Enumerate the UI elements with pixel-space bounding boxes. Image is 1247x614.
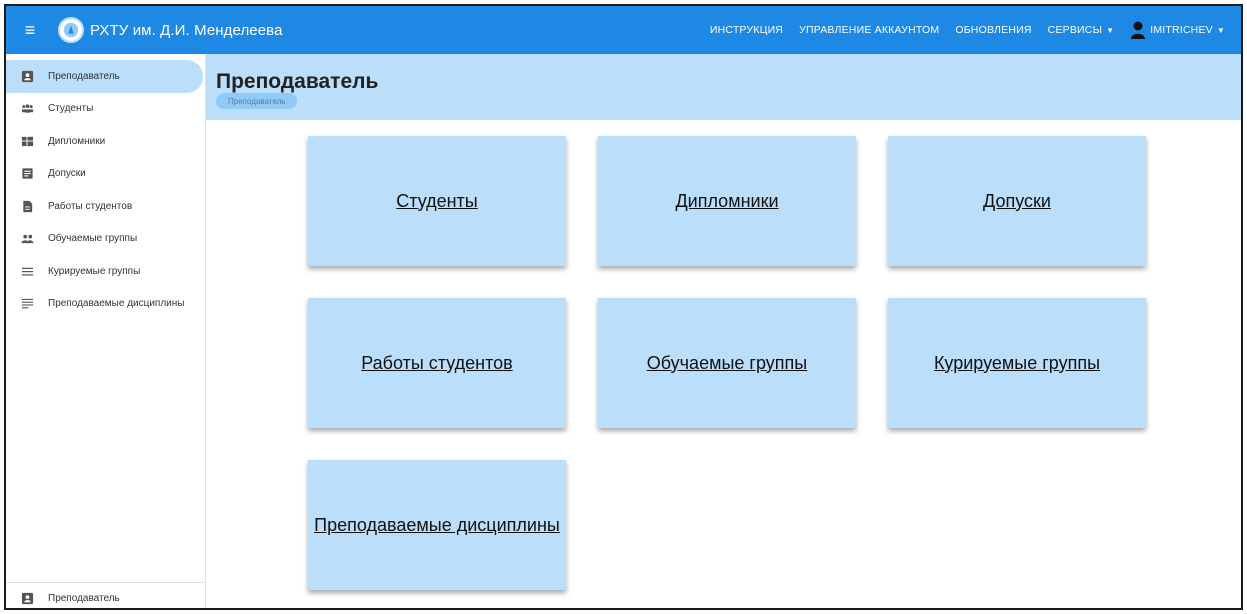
- card-taught-groups[interactable]: Обучаемые группы: [598, 298, 856, 428]
- caret-down-icon: ▼: [1216, 25, 1225, 35]
- sidebar-item-students[interactable]: Студенты: [6, 93, 205, 126]
- top-app-bar: ≡ РХТУ им. Д.И. Менделеева ИНСТРУКЦИЯ УП…: [6, 6, 1241, 54]
- nav-updates[interactable]: ОБНОВЛЕНИЯ: [947, 6, 1039, 54]
- card-graduates-link[interactable]: Дипломники: [675, 191, 778, 212]
- sidebar-item-label: Дипломники: [48, 135, 106, 147]
- hamburger-menu-icon[interactable]: ≡: [10, 6, 50, 54]
- sidebar-item-label: Допуски: [48, 168, 86, 180]
- sidebar-item-label: Преподаваемые дисциплины: [48, 298, 185, 310]
- nav-instruction[interactable]: ИНСТРУКЦИЯ: [702, 6, 791, 54]
- grid-icon: [20, 134, 34, 148]
- sidebar-footer: Преподаватель: [6, 582, 206, 608]
- brand-title[interactable]: РХТУ им. Д.И. Менделеева: [90, 22, 283, 39]
- nav-account-management[interactable]: УПРАВЛЕНИЕ АККАУНТОМ: [791, 6, 947, 54]
- group-icon: [20, 232, 34, 246]
- sidebar-footer-label: Преподаватель: [48, 592, 120, 604]
- subject-icon: [20, 297, 34, 311]
- user-menu[interactable]: IMITRICHEV ▼: [1122, 6, 1233, 54]
- card-taught-groups-link[interactable]: Обучаемые группы: [647, 353, 807, 374]
- sidebar-item-admissions[interactable]: Допуски: [6, 158, 205, 191]
- card-taught-disciplines[interactable]: Преподаваемые дисциплины: [308, 460, 566, 590]
- account-box-icon: [20, 69, 34, 83]
- document-icon: [20, 167, 34, 181]
- sidebar-item-label: Студенты: [48, 103, 94, 115]
- top-nav: ИНСТРУКЦИЯ УПРАВЛЕНИЕ АККАУНТОМ ОБНОВЛЕН…: [702, 6, 1233, 54]
- sidebar-item-label: Курируемые группы: [48, 265, 141, 277]
- card-curated-groups[interactable]: Курируемые группы: [888, 298, 1146, 428]
- sidebar-item-teacher[interactable]: Преподаватель: [6, 60, 203, 93]
- card-student-works[interactable]: Работы студентов: [308, 298, 566, 428]
- card-admissions-link[interactable]: Допуски: [983, 191, 1051, 212]
- user-name: IMITRICHEV: [1150, 24, 1213, 36]
- sidebar-item-graduates[interactable]: Дипломники: [6, 125, 205, 158]
- card-curated-groups-link[interactable]: Курируемые группы: [934, 353, 1100, 374]
- sidebar-item-taught-groups[interactable]: Обучаемые группы: [6, 223, 205, 256]
- sidebar-item-label: Преподаватель: [48, 70, 120, 82]
- menu-icon: [20, 264, 34, 278]
- app-frame: ≡ РХТУ им. Д.И. Менделеева ИНСТРУКЦИЯ УП…: [4, 4, 1243, 610]
- breadcrumb[interactable]: Преподаватель: [216, 93, 298, 109]
- card-taught-disciplines-link[interactable]: Преподаваемые дисциплины: [314, 515, 560, 536]
- card-graduates[interactable]: Дипломники: [598, 136, 856, 266]
- sidebar-item-curated-groups[interactable]: Курируемые группы: [6, 255, 205, 288]
- account-box-icon: [20, 591, 34, 605]
- file-icon: [20, 199, 34, 213]
- sidebar-item-label: Обучаемые группы: [48, 233, 138, 245]
- sidebar-item-taught-disciplines[interactable]: Преподаваемые дисциплины: [6, 288, 205, 321]
- card-students[interactable]: Студенты: [308, 136, 566, 266]
- card-admissions[interactable]: Допуски: [888, 136, 1146, 266]
- page-header: Преподаватель Преподаватель: [206, 54, 1241, 120]
- user-avatar-icon: [1131, 21, 1146, 39]
- card-students-link[interactable]: Студенты: [396, 191, 477, 212]
- sidebar-footer-teacher[interactable]: Преподаватель: [6, 583, 206, 608]
- sidebar-item-student-works[interactable]: Работы студентов: [6, 190, 205, 223]
- university-logo-icon[interactable]: [58, 17, 84, 43]
- nav-services-dropdown[interactable]: СЕРВИСЫ ▼: [1040, 6, 1123, 54]
- people-icon: [20, 102, 34, 116]
- sidebar: Преподаватель Студенты Дипломники Допуск…: [6, 54, 206, 608]
- card-student-works-link[interactable]: Работы студентов: [361, 353, 512, 374]
- sidebar-item-label: Работы студентов: [48, 200, 133, 212]
- nav-services-label: СЕРВИСЫ: [1047, 24, 1103, 36]
- page-title: Преподаватель: [216, 70, 379, 93]
- caret-down-icon: ▼: [1106, 25, 1115, 35]
